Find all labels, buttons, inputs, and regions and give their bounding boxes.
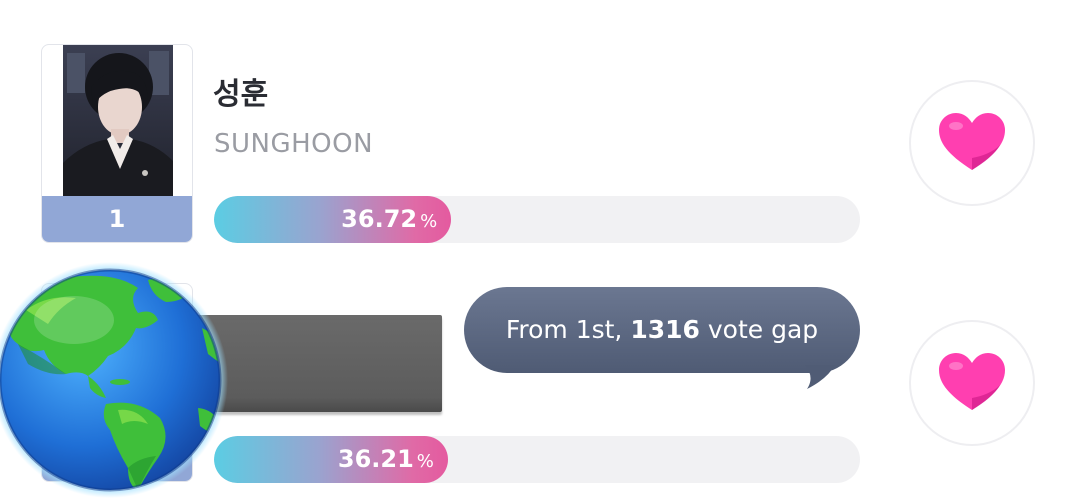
tooltip-suffix: vote gap bbox=[707, 315, 819, 344]
candidate-card[interactable]: 1 bbox=[41, 44, 193, 243]
tooltip-tail bbox=[805, 365, 835, 389]
tooltip-prefix: From 1st, bbox=[505, 315, 623, 344]
vote-progress-track: 36.21% bbox=[214, 436, 860, 483]
vote-ranking-screen: 1 성훈 SUNGHOON 36.72% 36.21% From 1st, 13… bbox=[0, 0, 1080, 501]
candidate-name-korean: 성훈 bbox=[213, 77, 269, 112]
candidate-name-english: SUNGHOON bbox=[214, 129, 374, 159]
vote-gap-tooltip: From 1st, 1316 vote gap bbox=[464, 287, 860, 373]
vote-heart-button[interactable] bbox=[909, 320, 1035, 446]
vote-percent-value: 36.21 bbox=[337, 445, 414, 473]
vote-percent-value: 36.72 bbox=[341, 205, 418, 233]
heart-icon bbox=[939, 113, 1005, 170]
vote-progress-fill: 36.72% bbox=[214, 196, 452, 243]
candidate-photo bbox=[63, 45, 173, 197]
percent-sign: % bbox=[416, 451, 434, 472]
percent-sign: % bbox=[420, 211, 438, 232]
vote-progress-track: 36.72% bbox=[214, 196, 860, 243]
redacted-block bbox=[196, 315, 442, 412]
vote-percent-label: 36.21% bbox=[338, 436, 434, 483]
globe-icon bbox=[0, 262, 228, 498]
vote-progress-fill: 36.21% bbox=[214, 436, 448, 483]
vote-percent-label: 36.72% bbox=[341, 196, 437, 243]
rank-badge: 1 bbox=[42, 196, 192, 242]
heart-icon bbox=[939, 353, 1005, 410]
tooltip-gap-number: 1316 bbox=[630, 315, 700, 344]
vote-heart-button[interactable] bbox=[909, 80, 1035, 206]
